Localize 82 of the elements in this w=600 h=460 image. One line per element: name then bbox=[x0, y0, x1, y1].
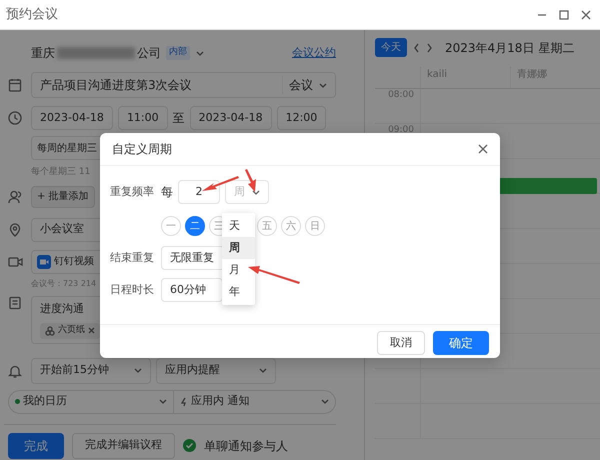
company-name: 重庆 bbox=[31, 45, 55, 62]
type-select[interactable]: 会议 bbox=[282, 76, 327, 94]
today-button[interactable]: 今天 bbox=[375, 38, 407, 57]
done-edit-button[interactable]: 完成并编辑议程 bbox=[72, 432, 175, 458]
lightning-icon bbox=[180, 396, 188, 406]
end-select[interactable]: 无限重复 bbox=[161, 246, 225, 270]
every-text: 每 bbox=[161, 184, 173, 201]
field-label: 结束重复 bbox=[110, 250, 155, 266]
caret-icon bbox=[259, 368, 267, 373]
weekday-toggle[interactable]: 一 bbox=[161, 216, 181, 236]
notify-checkbox[interactable] bbox=[183, 439, 196, 452]
notes-text: 进度沟通 bbox=[40, 300, 84, 316]
field-label: 日程时长 bbox=[110, 282, 155, 298]
close-icon bbox=[581, 10, 591, 20]
video-icon bbox=[8, 256, 22, 268]
annotation-arrow bbox=[245, 169, 256, 192]
method-text: 应用内提醒 bbox=[165, 362, 220, 378]
video-app-icon bbox=[37, 254, 51, 268]
note-icon bbox=[8, 296, 22, 310]
company-name: 公司 bbox=[137, 45, 161, 62]
menu-item[interactable]: 年 bbox=[222, 281, 255, 303]
weekday-toggle[interactable]: 六 bbox=[281, 216, 301, 236]
calendar-date: 2023年4月18日 星期二 bbox=[445, 40, 574, 56]
end-text: 无限重复 bbox=[170, 250, 214, 266]
menu-item[interactable]: 月 bbox=[222, 259, 255, 281]
calendar-select[interactable]: 我的日历 bbox=[9, 390, 174, 412]
caret-icon bbox=[319, 82, 327, 88]
separator-text: 至 bbox=[172, 110, 185, 127]
attachment-chip[interactable]: 六页纸 bbox=[40, 323, 100, 338]
reminder-select[interactable]: 开始前15分钟 bbox=[31, 358, 151, 384]
dialog-title: 自定义周期 bbox=[112, 141, 172, 158]
interval-field[interactable]: 2 bbox=[178, 180, 220, 204]
done-button[interactable]: 完成 bbox=[8, 432, 64, 458]
attachment-name: 六页纸 bbox=[58, 324, 85, 337]
notify-label: 单聊通知参与人 bbox=[204, 438, 288, 454]
caret-icon bbox=[196, 50, 204, 56]
maximize-icon bbox=[559, 10, 569, 20]
calendar-name: 我的日历 bbox=[23, 393, 67, 410]
tag-label: 内部 bbox=[166, 46, 190, 60]
video-text: 钉钉视频 bbox=[54, 254, 94, 269]
date-field[interactable]: 2023-04-18 bbox=[31, 106, 113, 130]
next-icon bbox=[426, 42, 433, 52]
field-label: 重复频率 bbox=[110, 184, 155, 200]
annotation-arrow bbox=[248, 266, 300, 284]
bell-icon bbox=[8, 364, 22, 378]
caret-icon bbox=[321, 399, 329, 404]
weekday-toggle[interactable]: 五 bbox=[257, 216, 277, 236]
people-icon bbox=[8, 190, 22, 204]
date-field[interactable]: 2023-04-18 bbox=[190, 106, 272, 130]
weekday-toggle[interactable]: 二 bbox=[185, 216, 205, 236]
repeat-hint: 每个星期三 11 bbox=[31, 166, 90, 179]
column-header: 青娜娜 bbox=[510, 67, 600, 88]
batch-add-button[interactable]: + 批量添加 bbox=[31, 186, 95, 208]
duration-field[interactable]: 60分钟 bbox=[161, 278, 223, 302]
people-icon bbox=[45, 326, 55, 336]
reminder-time: 开始前15分钟 bbox=[40, 362, 109, 378]
convention-link[interactable]: 会议公约 bbox=[292, 44, 336, 62]
method-select[interactable]: 应用内提醒 bbox=[156, 358, 276, 384]
status-dot-icon bbox=[15, 399, 20, 404]
clock-icon bbox=[8, 111, 22, 125]
time-field[interactable]: 12:00 bbox=[276, 106, 326, 130]
previous-icon bbox=[413, 42, 420, 52]
column-header: kaili bbox=[420, 67, 510, 88]
title-field[interactable]: 产品项目沟通进度第3次会议 会议 bbox=[31, 72, 336, 98]
close-icon bbox=[88, 327, 95, 334]
ok-button[interactable]: 确定 bbox=[433, 331, 489, 355]
time-label: 08:00 bbox=[387, 89, 415, 102]
caret-icon bbox=[159, 399, 167, 404]
notify-text: 应用内 通知 bbox=[191, 393, 250, 410]
close-icon[interactable] bbox=[478, 144, 488, 154]
cancel-button[interactable]: 取消 bbox=[377, 331, 425, 355]
unit-text: 周 bbox=[234, 184, 245, 200]
weekday-toggle[interactable]: 日 bbox=[305, 216, 325, 236]
calendar-icon bbox=[8, 78, 22, 92]
meeting-id: 会议号：723 214 bbox=[31, 278, 96, 290]
notify-select[interactable]: 应用内 通知 bbox=[174, 390, 335, 412]
title-text: 产品项目沟通进度第3次会议 bbox=[40, 77, 193, 94]
menu-item[interactable]: 周 bbox=[222, 237, 255, 259]
time-field[interactable]: 11:00 bbox=[118, 106, 168, 130]
location-icon bbox=[8, 222, 22, 236]
caret-icon bbox=[134, 368, 142, 373]
window-title: 预约会议 bbox=[6, 6, 58, 24]
